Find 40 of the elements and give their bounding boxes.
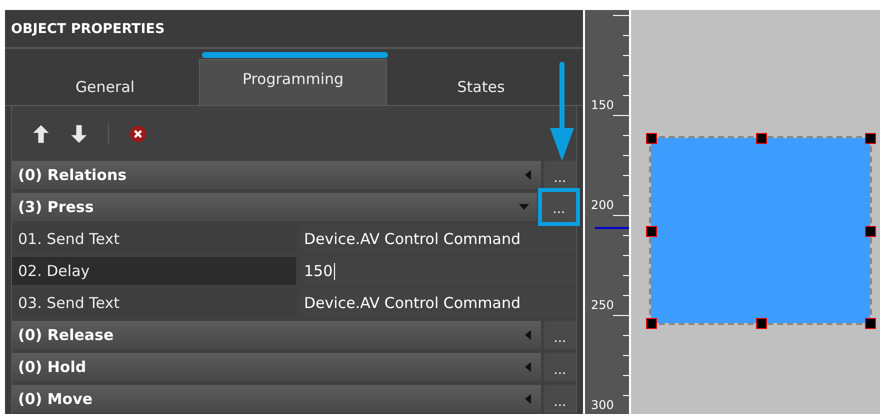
resize-handle[interactable] [646,133,657,144]
more-button[interactable]: ... [544,161,576,189]
more-button[interactable]: ... [538,188,580,226]
ruler-label: 200 [591,199,614,211]
resize-handle[interactable] [865,133,876,144]
tab[interactable]: States [387,59,575,105]
section-title: (0) Hold [18,358,86,376]
up-arrow-icon[interactable] [32,124,50,144]
more-button[interactable]: ... [544,321,576,349]
section-header[interactable]: (0) Release [12,321,541,349]
section-title: (0) Relations [18,166,127,184]
command-name[interactable]: 02. Delay [12,257,296,285]
resize-handle[interactable] [865,226,876,236]
resize-handle[interactable] [646,226,657,236]
triangle-left-icon[interactable] [523,394,533,404]
triangle-left-icon[interactable] [523,330,533,340]
resize-handle[interactable] [646,318,657,329]
section-title: (3) Press [18,198,94,216]
section-header[interactable]: (0) Relations [12,161,541,189]
triangle-down-icon[interactable] [519,202,529,212]
tab[interactable]: Programming [199,59,387,105]
tab[interactable]: General [11,59,199,105]
resize-handle[interactable] [756,318,766,329]
resize-handle[interactable] [865,318,876,329]
ruler-label: 250 [591,299,614,311]
section-header[interactable]: (0) Hold [12,353,541,381]
more-button[interactable]: ... [544,353,576,381]
ruler-label: 150 [591,99,614,111]
section-title: (0) Release [18,326,114,344]
section-title: (0) Move [18,390,93,408]
section-header[interactable]: (3) Press [12,193,537,221]
ruler-label: 300 [591,399,614,411]
resize-handle[interactable] [756,133,766,144]
down-arrow-icon[interactable] [70,124,88,144]
triangle-left-icon[interactable] [523,170,533,180]
panel-title: OBJECT PROPERTIES [5,10,583,49]
more-button[interactable]: ... [544,385,576,413]
delete-icon[interactable] [129,124,147,144]
triangle-left-icon[interactable] [523,362,533,372]
section-header[interactable]: (0) Move [12,385,541,413]
